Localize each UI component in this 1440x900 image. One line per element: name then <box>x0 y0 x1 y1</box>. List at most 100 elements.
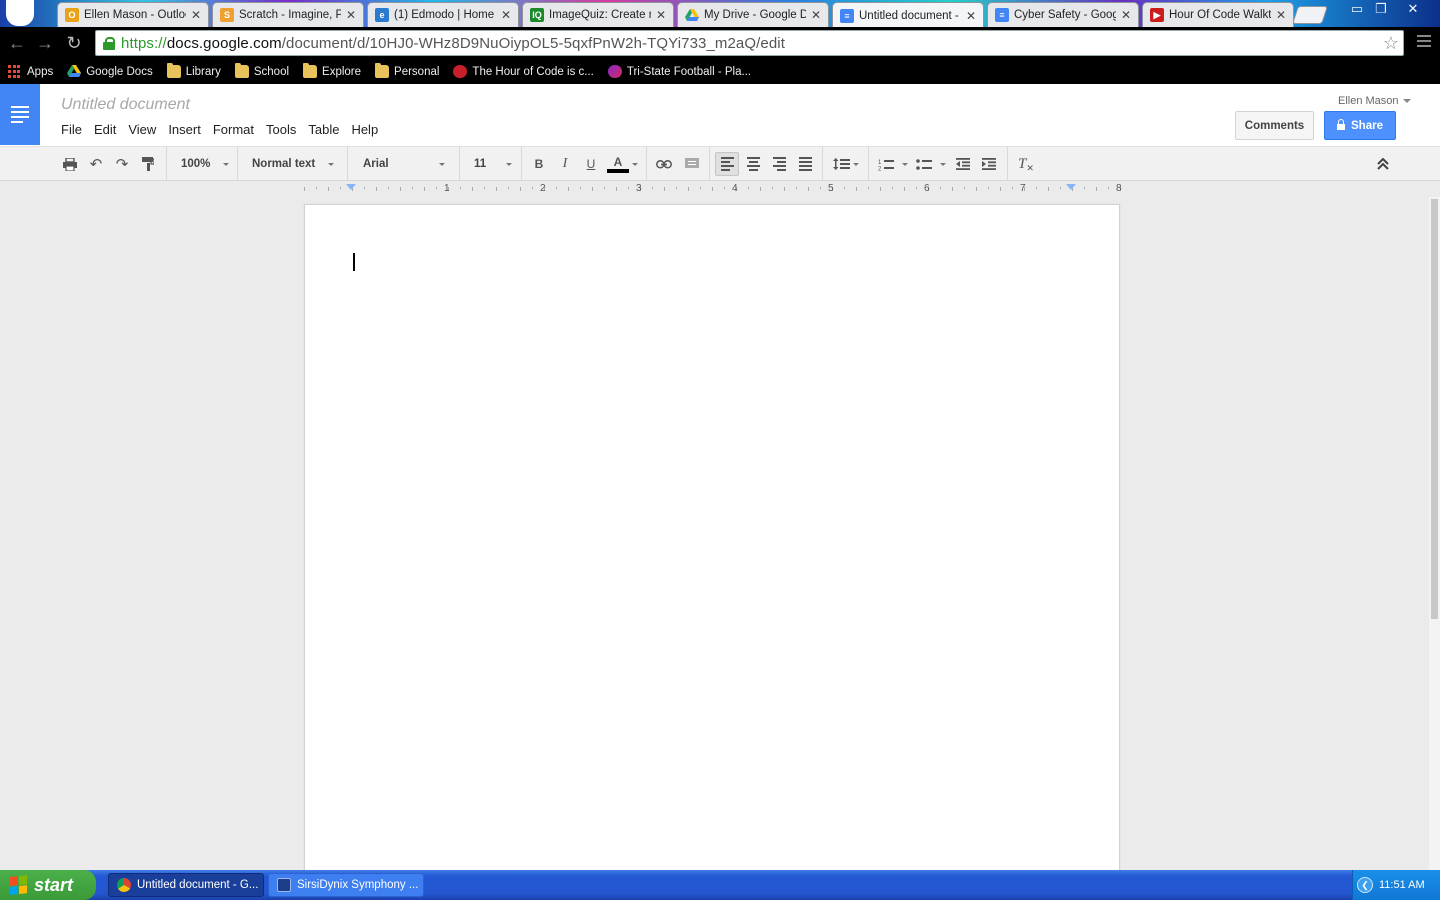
profile-avatar-icon[interactable] <box>6 0 34 26</box>
menu-insert[interactable]: Insert <box>162 122 207 137</box>
left-indent-marker[interactable] <box>346 184 356 190</box>
bookmark-google-docs[interactable]: Google Docs <box>67 65 153 78</box>
increase-indent-icon[interactable] <box>978 152 1000 176</box>
font-value: Arial <box>363 158 389 170</box>
scrollbar-thumb[interactable] <box>1431 199 1438 619</box>
start-button[interactable]: start <box>0 870 96 900</box>
bookmark-school[interactable]: School <box>234 63 290 78</box>
align-center-button[interactable] <box>742 152 764 176</box>
taskbar-item-sirsidynix[interactable]: SirsiDynix Symphony ... <box>268 873 424 897</box>
document-title[interactable]: Untitled document <box>61 96 190 114</box>
italic-button[interactable]: I <box>555 152 575 176</box>
minimize-icon[interactable]: ▭ <box>1344 0 1370 18</box>
bookmark-star-icon[interactable]: ☆ <box>1383 33 1399 54</box>
menu-view[interactable]: View <box>122 122 162 137</box>
menu-file[interactable]: File <box>55 122 88 137</box>
tab-scratch[interactable]: S Scratch - Imagine, Program ✕ <box>212 2 364 27</box>
close-icon[interactable]: ✕ <box>810 8 822 22</box>
tab-imagequiz[interactable]: IQ ImageQuiz: Create new ✕ <box>522 2 674 27</box>
menu-table[interactable]: Table <box>302 122 345 137</box>
bookmark-personal[interactable]: Personal <box>375 63 439 78</box>
close-icon[interactable]: ✕ <box>1275 8 1287 22</box>
tab-outlook[interactable]: O Ellen Mason - Outlook ✕ <box>57 2 209 27</box>
align-right-button[interactable] <box>768 152 790 176</box>
ruler-tick <box>316 187 317 189</box>
restore-icon[interactable]: ❐ <box>1368 0 1394 18</box>
font-select[interactable]: Arial <box>363 152 445 176</box>
menu-tools[interactable]: Tools <box>260 122 302 137</box>
paint-format-icon[interactable] <box>138 152 158 176</box>
url-text: https://docs.google.com/document/d/10HJ0… <box>121 34 785 52</box>
redo-icon[interactable]: ↷ <box>112 152 132 176</box>
ruler-tick <box>424 187 425 191</box>
share-button[interactable]: Share <box>1324 111 1396 140</box>
close-icon[interactable]: ✕ <box>965 9 977 23</box>
decrease-indent-icon[interactable] <box>952 152 974 176</box>
menu-format[interactable]: Format <box>207 122 260 137</box>
tab-google-drive[interactable]: My Drive - Google Drive ✕ <box>677 2 829 27</box>
back-icon[interactable]: ← <box>6 33 28 53</box>
document-page[interactable] <box>304 204 1120 900</box>
comments-button[interactable]: Comments <box>1235 111 1314 140</box>
bookmark-library[interactable]: Library <box>166 63 221 78</box>
menu-help[interactable]: Help <box>345 122 384 137</box>
chevron-down-icon[interactable] <box>630 152 640 176</box>
close-icon[interactable]: ✕ <box>345 8 357 22</box>
ruler-tick <box>976 187 977 191</box>
show-hidden-icons-icon[interactable]: ❮ <box>1357 877 1373 893</box>
align-left-button[interactable] <box>715 152 739 176</box>
close-icon[interactable]: ✕ <box>655 8 667 22</box>
ruler-tick <box>1084 187 1085 189</box>
bookmark-tri-state-football[interactable]: Tri-State Football - Pla... <box>607 65 751 78</box>
folder-icon <box>303 63 318 78</box>
ruler-tick <box>628 187 629 189</box>
tab-edmodo[interactable]: e (1) Edmodo | Home ✕ <box>367 2 519 27</box>
vertical-scrollbar[interactable] <box>1429 197 1440 870</box>
print-icon[interactable] <box>60 152 80 176</box>
bold-button[interactable]: B <box>529 152 549 176</box>
address-bar[interactable]: https://docs.google.com/document/d/10HJ0… <box>95 30 1404 56</box>
collapse-chevron-icon[interactable] <box>1372 152 1394 176</box>
close-icon[interactable]: ✕ <box>190 8 202 22</box>
chrome-menu-icon[interactable] <box>1417 35 1431 49</box>
tab-cyber-safety[interactable]: ≡ Cyber Safety - Google Docs ✕ <box>987 2 1139 27</box>
secure-lock-icon <box>103 37 115 50</box>
ruler-tick <box>724 187 725 189</box>
bookmark-apps[interactable]: Apps <box>8 65 53 78</box>
tab-hour-of-code[interactable]: ▶ Hour Of Code Walkthrough ✕ <box>1142 2 1294 27</box>
taskbar-item-chrome[interactable]: Untitled document - G... <box>108 873 264 897</box>
bookmark-explore[interactable]: Explore <box>303 63 361 78</box>
ruler-tick <box>664 187 665 191</box>
zoom-select[interactable]: 100% <box>181 152 229 176</box>
docs-home-icon[interactable] <box>0 84 40 145</box>
bulleted-list-button[interactable] <box>914 152 948 176</box>
windows-taskbar: start Untitled document - G... SirsiDyni… <box>0 870 1440 900</box>
font-size-select[interactable]: 11 <box>474 152 512 176</box>
clear-formatting-icon[interactable]: T ✕ <box>1015 152 1037 176</box>
svg-text:1: 1 <box>878 160 882 166</box>
forward-icon[interactable]: → <box>34 33 56 53</box>
line-spacing-button[interactable] <box>830 152 862 176</box>
link-icon[interactable] <box>654 152 674 176</box>
right-indent-marker[interactable] <box>1066 184 1076 190</box>
underline-button[interactable]: U <box>581 152 601 176</box>
numbered-list-button[interactable]: 12 <box>876 152 910 176</box>
tab-untitled-document[interactable]: ≡ Untitled document - Google Docs ✕ <box>832 2 984 27</box>
bookmark-label: School <box>253 65 290 78</box>
paragraph-style-select[interactable]: Normal text <box>252 152 334 176</box>
account-switcher[interactable]: Ellen Mason <box>1338 95 1411 107</box>
close-icon[interactable]: ✕ <box>1120 8 1132 22</box>
text-color-button[interactable]: A <box>606 152 630 176</box>
clock[interactable]: 11:51 AM <box>1379 879 1425 891</box>
justify-button[interactable] <box>794 152 816 176</box>
tab-title: Cyber Safety - Google Docs <box>1014 9 1116 21</box>
bookmark-hour-of-code[interactable]: The Hour of Code is c... <box>453 65 594 78</box>
menu-edit[interactable]: Edit <box>88 122 122 137</box>
new-tab-button[interactable] <box>1292 6 1328 24</box>
close-icon[interactable]: ✕ <box>500 8 512 22</box>
reload-icon[interactable]: ↻ <box>63 33 85 53</box>
comment-icon[interactable] <box>682 152 702 176</box>
window-close-icon[interactable]: ✕ <box>1400 0 1426 18</box>
tab-title: Scratch - Imagine, Program <box>239 9 341 21</box>
undo-icon[interactable]: ↶ <box>86 152 106 176</box>
